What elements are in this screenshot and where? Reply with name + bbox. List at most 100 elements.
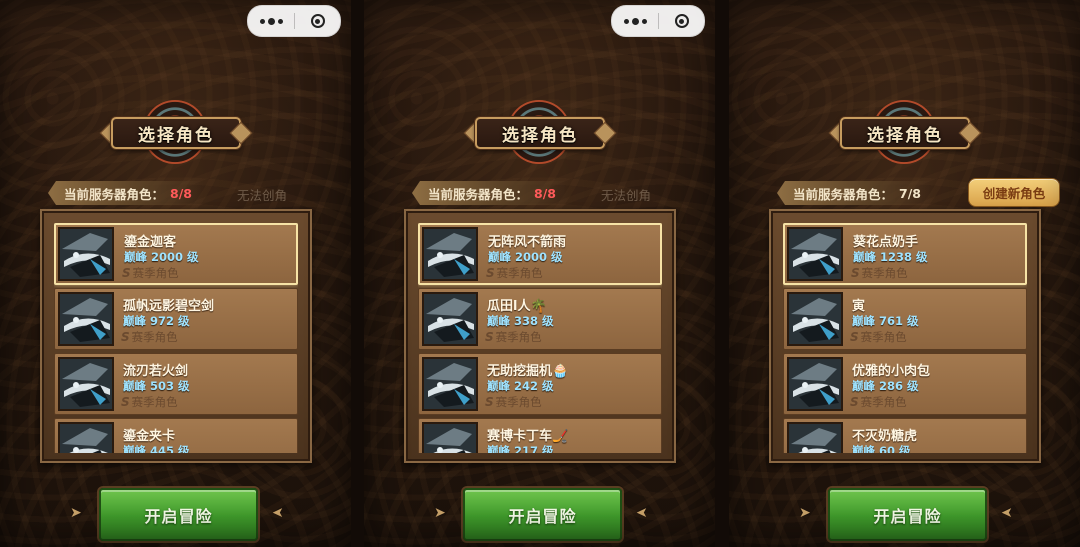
character-card[interactable]: 葵花点奶手 巅峰 1238 级 S 赛季角色 <box>783 223 1027 285</box>
chevron-right-icon: ➤ <box>799 505 811 521</box>
server-count-value: 8/8 <box>534 185 556 201</box>
more-dots-icon[interactable] <box>612 6 658 36</box>
character-select-screen: 选择角色 当前服务器角色： 8/8 无法创角 无阵风不箭雨 巅峰 2000 级 … <box>364 0 715 547</box>
start-adventure-label: 开启冒险 <box>508 506 577 526</box>
character-list-frame: 鎏金迦客 巅峰 2000 级 S 赛季角色 孤帆远影碧空剑 巅峰 972 级 S… <box>40 209 312 463</box>
chevron-right-icon: ➤ <box>434 505 446 521</box>
character-avatar <box>58 292 114 346</box>
character-card[interactable]: 无阵风不箭雨 巅峰 2000 级 S 赛季角色 <box>418 223 662 285</box>
miniprogram-capsule[interactable] <box>247 5 341 37</box>
character-name: 瓜田l人🌴 <box>487 299 547 314</box>
character-card[interactable]: 不灭奶糖虎 巅峰 60 级 S 赛季角色 <box>783 418 1027 453</box>
character-list[interactable]: 葵花点奶手 巅峰 1238 级 S 赛季角色 寅 巅峰 761 级 S 赛季角色 <box>783 223 1027 453</box>
character-card[interactable]: 寅 巅峰 761 级 S 赛季角色 <box>783 288 1027 350</box>
season-badge: S 赛季角色 <box>850 329 907 345</box>
character-name: 赛博卡丁车🏒 <box>487 429 569 444</box>
character-level: 巅峰 60 级 <box>852 444 911 453</box>
character-card[interactable]: 瓜田l人🌴 巅峰 338 级 S 赛季角色 <box>418 288 662 350</box>
character-avatar <box>422 292 478 346</box>
server-count-value: 7/8 <box>899 185 921 201</box>
season-label: 赛季角色 <box>131 395 178 409</box>
character-level: 巅峰 242 级 <box>487 379 554 393</box>
create-character-button[interactable]: 创建新角色 <box>968 178 1060 207</box>
start-adventure-button[interactable]: 开启冒险 <box>99 488 258 541</box>
title-banner: 选择角色 <box>828 117 982 149</box>
character-list-frame: 葵花点奶手 巅峰 1238 级 S 赛季角色 寅 巅峰 761 级 S 赛季角色 <box>769 209 1041 463</box>
start-adventure-label: 开启冒险 <box>144 506 213 526</box>
season-label: 赛季角色 <box>861 266 908 280</box>
character-avatar <box>787 357 843 411</box>
character-name: 鎏金夹卡 <box>123 429 176 444</box>
season-label: 赛季角色 <box>860 330 907 344</box>
title-banner: 选择角色 <box>463 117 617 149</box>
chevron-left-icon: ➤ <box>1001 505 1013 521</box>
close-circle-icon[interactable] <box>295 6 340 36</box>
character-name: 无阵风不箭雨 <box>488 235 567 250</box>
season-badge: S 赛季角色 <box>850 394 907 410</box>
screenshot-collage: 选择角色 当前服务器角色： 8/8 无法创角 鎏金迦客 巅峰 2000 级 S <box>0 0 1080 547</box>
chevron-left-icon: ➤ <box>272 505 284 521</box>
character-avatar <box>58 227 114 281</box>
season-badge: S 赛季角色 <box>121 394 178 410</box>
season-label: 赛季角色 <box>132 266 179 280</box>
character-name: 不灭奶糖虎 <box>852 429 918 444</box>
season-badge: S 赛季角色 <box>121 329 178 345</box>
miniprogram-capsule[interactable] <box>611 5 705 37</box>
character-avatar <box>422 227 478 281</box>
character-card[interactable]: 鎏金夹卡 巅峰 445 级 S 赛季角色 <box>54 418 298 453</box>
season-badge: S 赛季角色 <box>122 265 179 281</box>
character-card[interactable]: 鎏金迦客 巅峰 2000 级 S 赛季角色 <box>54 223 298 285</box>
character-level: 巅峰 2000 级 <box>488 250 563 264</box>
character-card[interactable]: 赛博卡丁车🏒 巅峰 217 级 S 赛季角色 <box>418 418 662 453</box>
season-s-icon: S <box>851 266 860 280</box>
server-count-label: 当前服务器角色： <box>428 186 529 202</box>
page-title: 选择角色 <box>138 125 214 146</box>
server-count-label: 当前服务器角色： <box>793 186 894 202</box>
close-circle-icon[interactable] <box>659 6 704 36</box>
character-avatar <box>58 422 114 453</box>
character-card[interactable]: 孤帆远影碧空剑 巅峰 972 级 S 赛季角色 <box>54 288 298 350</box>
character-select-screen: 选择角色 当前服务器角色： 7/8 创建新角色 葵花点奶手 巅峰 1238 级 … <box>729 0 1080 547</box>
server-count-value: 8/8 <box>170 185 192 201</box>
more-dots-icon[interactable] <box>248 6 294 36</box>
season-label: 赛季角色 <box>495 395 542 409</box>
chevron-right-icon: ➤ <box>70 505 82 521</box>
character-name: 无助挖掘机🧁 <box>487 364 569 379</box>
chevron-left-icon: ➤ <box>636 505 648 521</box>
character-avatar <box>787 422 843 453</box>
character-card[interactable]: 优雅的小肉包 巅峰 286 级 S 赛季角色 <box>783 353 1027 415</box>
create-character-disabled: 无法创角 <box>236 188 287 203</box>
character-name: 葵花点奶手 <box>853 235 919 250</box>
character-level: 巅峰 445 级 <box>123 444 190 453</box>
character-avatar <box>422 357 478 411</box>
season-badge: S 赛季角色 <box>485 329 542 345</box>
server-character-count: 当前服务器角色： 7/8 <box>777 181 933 205</box>
season-label: 赛季角色 <box>495 330 542 344</box>
season-s-icon: S <box>485 395 494 409</box>
character-card[interactable]: 无助挖掘机🧁 巅峰 242 级 S 赛季角色 <box>418 353 662 415</box>
season-s-icon: S <box>121 395 130 409</box>
character-card[interactable]: 流刃若火剑 巅峰 503 级 S 赛季角色 <box>54 353 298 415</box>
season-label: 赛季角色 <box>860 395 907 409</box>
season-badge: S 赛季角色 <box>486 265 543 281</box>
title-banner: 选择角色 <box>99 117 253 149</box>
season-badge: S 赛季角色 <box>851 265 908 281</box>
character-level: 巅峰 2000 级 <box>124 250 199 264</box>
season-s-icon: S <box>486 266 495 280</box>
season-s-icon: S <box>121 330 130 344</box>
page-title: 选择角色 <box>867 125 943 146</box>
character-avatar <box>422 422 478 453</box>
start-adventure-button[interactable]: 开启冒险 <box>828 488 987 541</box>
page-title: 选择角色 <box>502 125 578 146</box>
season-s-icon: S <box>122 266 131 280</box>
character-name: 优雅的小肉包 <box>852 364 931 379</box>
character-level: 巅峰 761 级 <box>852 314 919 328</box>
character-list[interactable]: 无阵风不箭雨 巅峰 2000 级 S 赛季角色 瓜田l人🌴 巅峰 338 级 S… <box>418 223 662 453</box>
character-name: 鎏金迦客 <box>124 235 177 250</box>
character-name: 流刃若火剑 <box>123 364 189 379</box>
character-level: 巅峰 1238 级 <box>853 250 928 264</box>
server-character-count: 当前服务器角色： 8/8 <box>412 181 568 205</box>
character-list[interactable]: 鎏金迦客 巅峰 2000 级 S 赛季角色 孤帆远影碧空剑 巅峰 972 级 S… <box>54 223 298 453</box>
character-select-screen: 选择角色 当前服务器角色： 8/8 无法创角 鎏金迦客 巅峰 2000 级 S <box>0 0 351 547</box>
start-adventure-button[interactable]: 开启冒险 <box>463 488 622 541</box>
